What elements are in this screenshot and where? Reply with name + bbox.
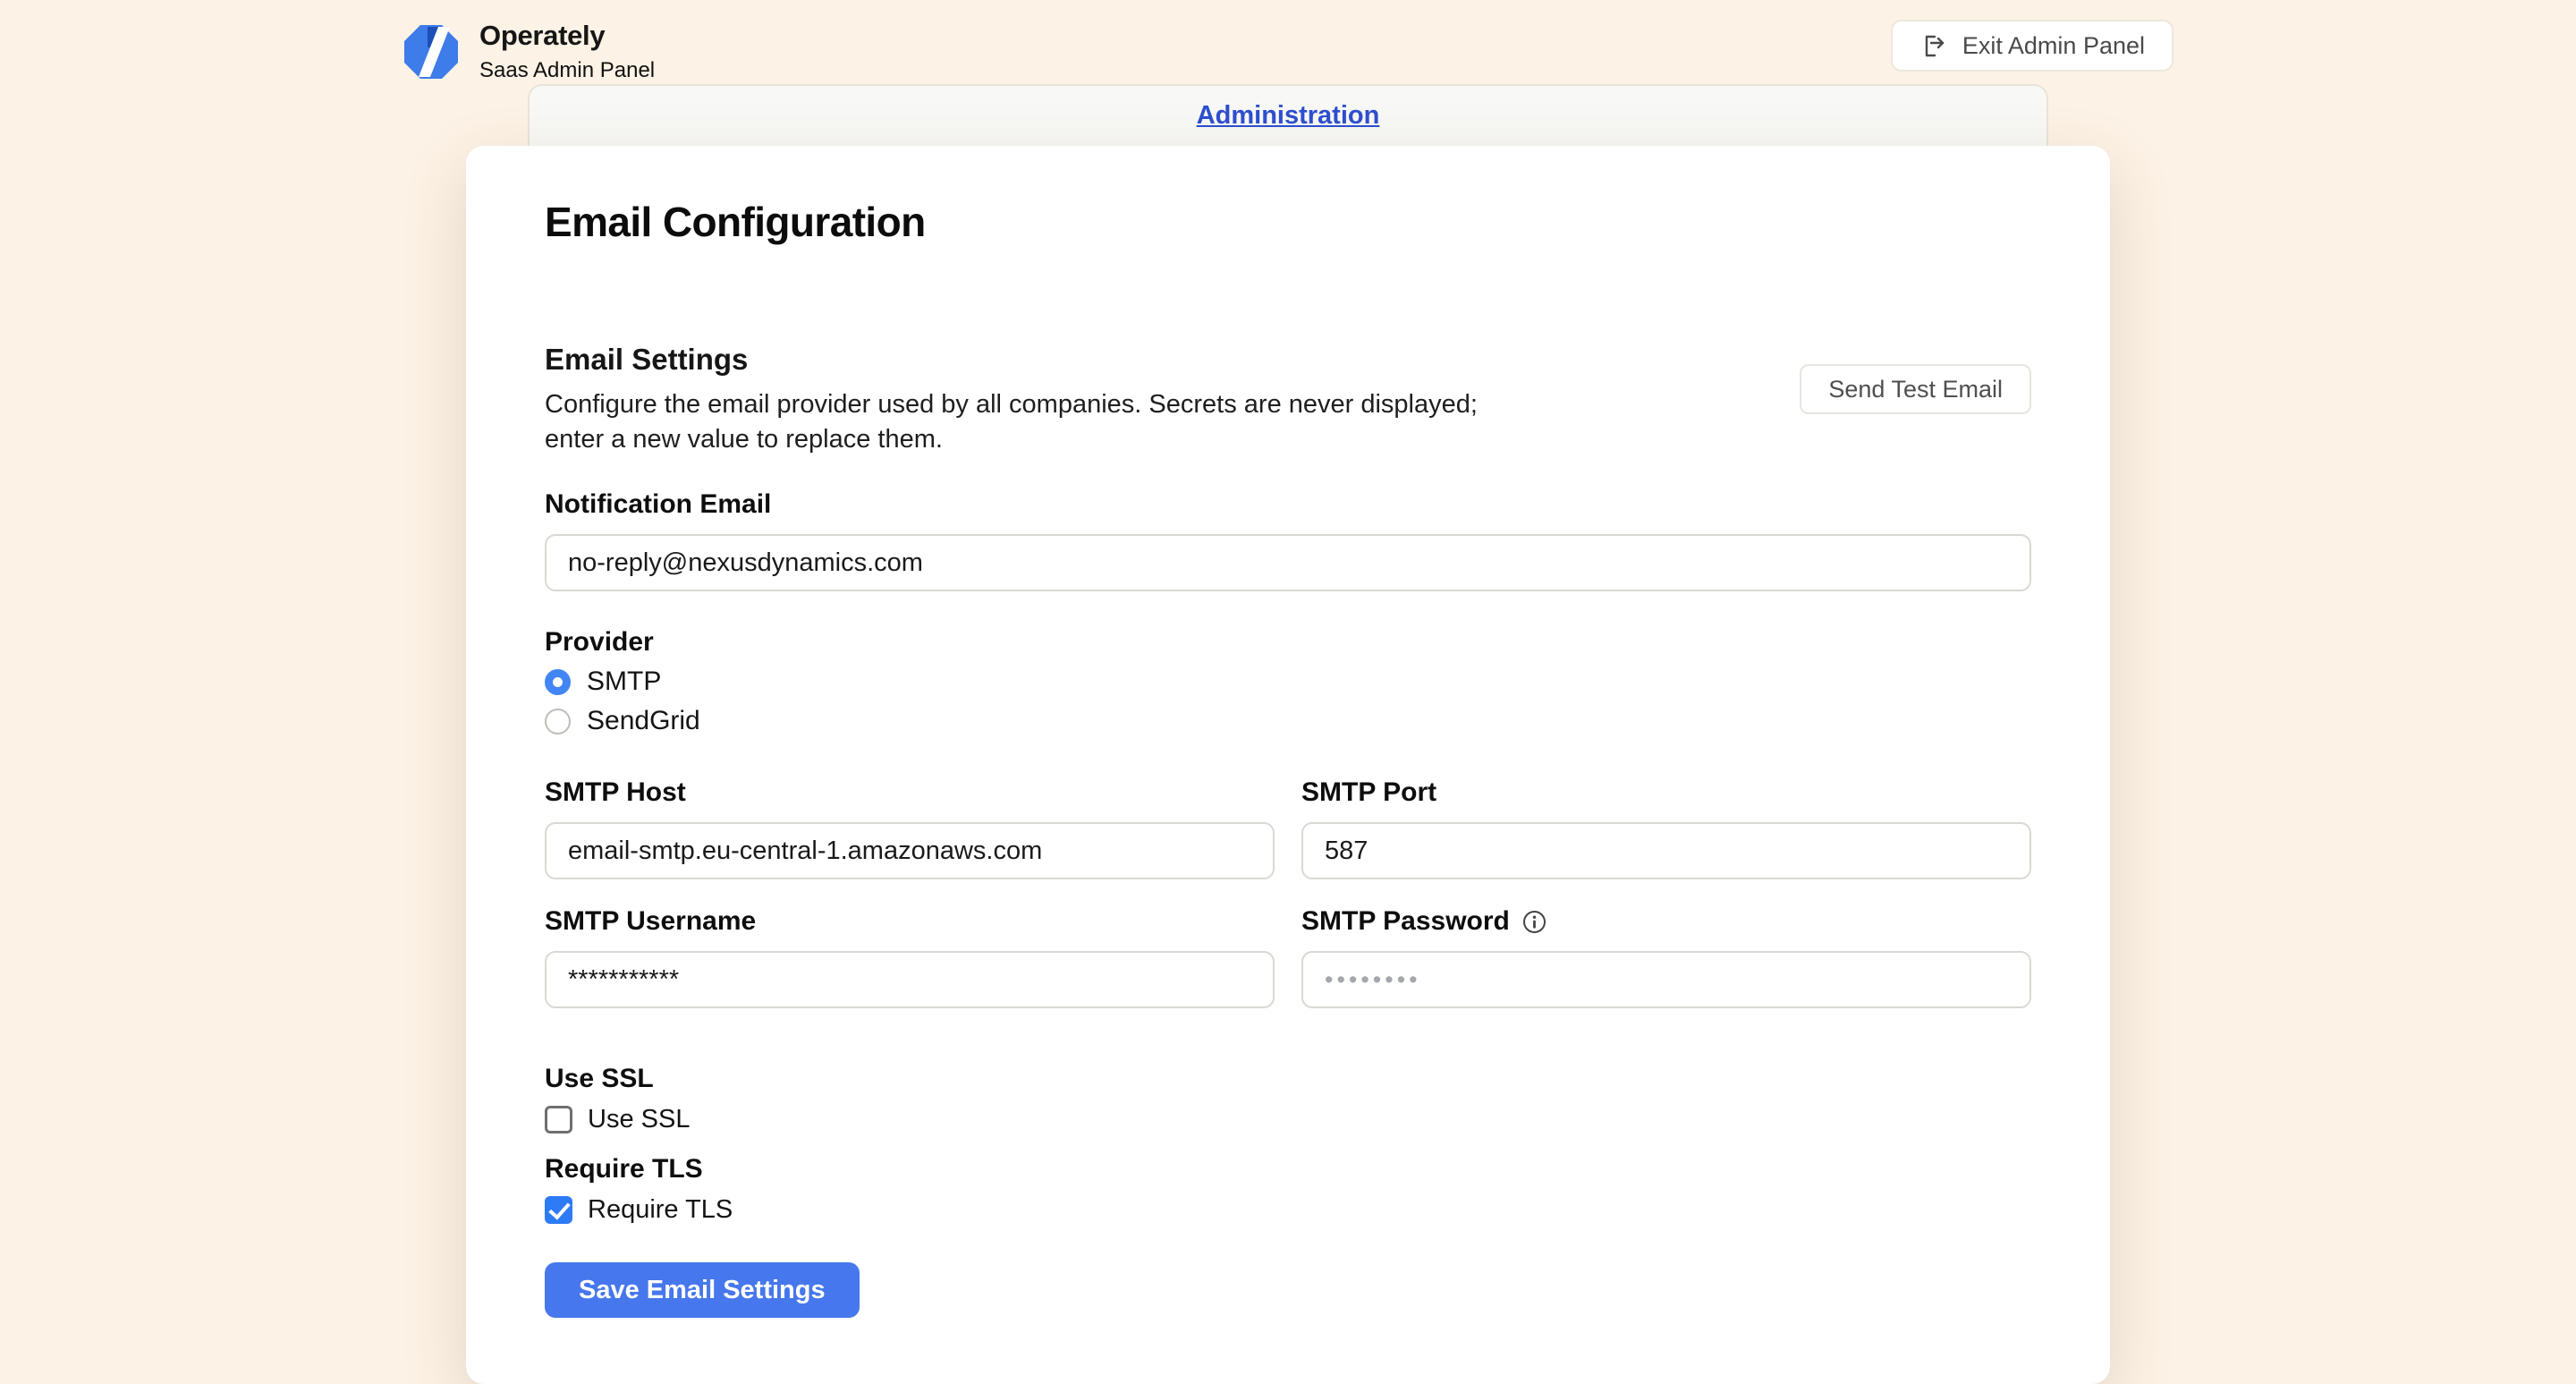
info-circle-icon bbox=[1522, 910, 1546, 934]
exit-admin-panel-label: Exit Admin Panel bbox=[1962, 32, 2145, 60]
administration-link[interactable]: Administration bbox=[1197, 101, 1380, 131]
exit-door-arrow-icon bbox=[1919, 31, 1948, 60]
send-test-email-button[interactable]: Send Test Email bbox=[1800, 364, 2031, 414]
require-tls-checkbox-label: Require TLS bbox=[588, 1195, 733, 1225]
require-tls-field: Require TLS Require TLS bbox=[545, 1154, 2031, 1225]
section-description: Configure the email provider used by all… bbox=[545, 387, 1502, 457]
smtp-port-input[interactable] bbox=[1301, 822, 2031, 879]
operately-logo-icon bbox=[402, 23, 460, 81]
smtp-host-field: SMTP Host bbox=[545, 777, 1275, 879]
notification-email-field: Notification Email bbox=[545, 489, 2031, 591]
admin-nav-strip: Administration bbox=[528, 84, 2048, 146]
provider-option-sendgrid[interactable]: SendGrid bbox=[545, 706, 2031, 736]
smtp-credentials-row: SMTP Username SMTP Password bbox=[545, 906, 2031, 1008]
use-ssl-checkbox-row[interactable]: Use SSL bbox=[545, 1105, 2031, 1134]
use-ssl-checkbox[interactable] bbox=[545, 1106, 572, 1134]
use-ssl-label: Use SSL bbox=[545, 1064, 2031, 1094]
sendgrid-radio[interactable] bbox=[545, 709, 571, 734]
email-configuration-card: Email Configuration Email Settings Confi… bbox=[466, 146, 2110, 1384]
provider-label: Provider bbox=[545, 627, 2031, 658]
smtp-password-field: SMTP Password bbox=[1301, 906, 2031, 1008]
require-tls-checkbox-row[interactable]: Require TLS bbox=[545, 1195, 2031, 1225]
provider-field: Provider SMTP SendGrid bbox=[545, 627, 2031, 736]
smtp-password-label: SMTP Password bbox=[1301, 906, 1510, 937]
sendgrid-radio-label: SendGrid bbox=[587, 706, 700, 736]
page-title: Email Configuration bbox=[545, 198, 2031, 246]
section-heading: Email Settings bbox=[545, 343, 1502, 377]
smtp-username-label: SMTP Username bbox=[545, 906, 1275, 937]
brand-subtitle: Saas Admin Panel bbox=[479, 58, 655, 83]
email-settings-section-header: Email Settings Configure the email provi… bbox=[545, 343, 2031, 457]
smtp-username-field: SMTP Username bbox=[545, 906, 1275, 1008]
smtp-port-label: SMTP Port bbox=[1301, 777, 2031, 808]
smtp-host-port-row: SMTP Host SMTP Port bbox=[545, 777, 2031, 879]
exit-admin-panel-button[interactable]: Exit Admin Panel bbox=[1891, 20, 2174, 72]
smtp-port-field: SMTP Port bbox=[1301, 777, 2031, 879]
notification-email-label: Notification Email bbox=[545, 489, 2031, 520]
smtp-password-input[interactable] bbox=[1301, 951, 2031, 1008]
require-tls-checkbox[interactable] bbox=[545, 1196, 572, 1224]
save-email-settings-button[interactable]: Save Email Settings bbox=[545, 1262, 860, 1318]
use-ssl-checkbox-label: Use SSL bbox=[588, 1105, 690, 1134]
brand: Operately Saas Admin Panel bbox=[402, 20, 655, 83]
require-tls-label: Require TLS bbox=[545, 1154, 2031, 1184]
notification-email-input[interactable] bbox=[545, 534, 2031, 591]
provider-option-smtp[interactable]: SMTP bbox=[545, 667, 2031, 697]
smtp-radio[interactable] bbox=[545, 669, 571, 695]
use-ssl-field: Use SSL Use SSL bbox=[545, 1064, 2031, 1134]
smtp-username-input[interactable] bbox=[545, 951, 1275, 1008]
smtp-host-label: SMTP Host bbox=[545, 777, 1275, 808]
smtp-host-input[interactable] bbox=[545, 822, 1275, 879]
smtp-radio-label: SMTP bbox=[587, 667, 661, 697]
brand-name: Operately bbox=[479, 20, 655, 52]
app-header: Operately Saas Admin Panel Exit Admin Pa… bbox=[0, 0, 2576, 84]
